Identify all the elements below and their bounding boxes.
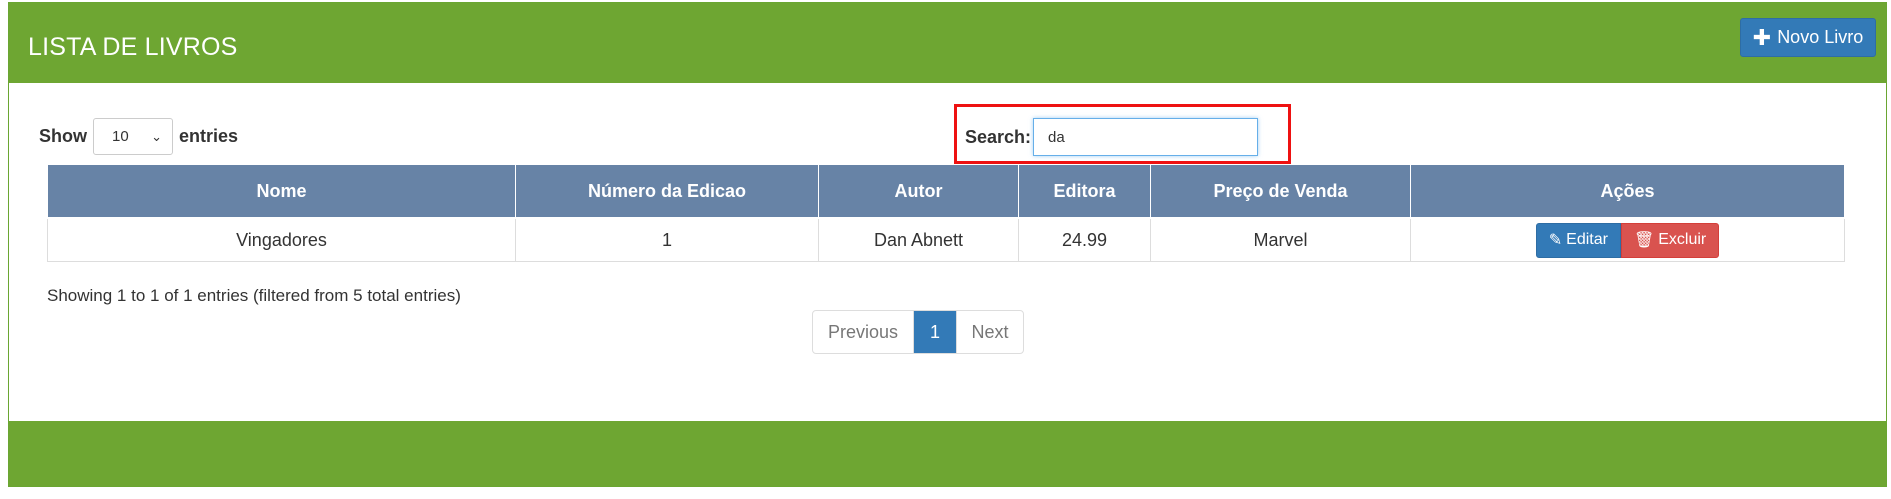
new-book-label: Novo Livro xyxy=(1777,27,1864,47)
column-header-editora[interactable]: Editora xyxy=(1018,164,1151,219)
next-page-button[interactable]: Next xyxy=(956,311,1023,353)
plus-icon: ✚ xyxy=(1752,24,1772,50)
pagination: Previous 1 Next xyxy=(812,310,1024,354)
cell-nome: Vingadores xyxy=(47,217,516,262)
column-header-preco[interactable]: Preço de Venda xyxy=(1150,164,1411,219)
entries-length-control: Show 10 ⌄ entries xyxy=(39,118,238,155)
cell-preco: Marvel xyxy=(1150,217,1411,262)
row-actions: ✎ Editar 🗑 Excluir xyxy=(1411,222,1844,258)
column-header-acoes: Ações xyxy=(1410,164,1845,219)
edit-label: Editar xyxy=(1566,231,1608,248)
edit-button[interactable]: ✎ Editar xyxy=(1535,222,1621,258)
new-book-button[interactable]: ✚ Novo Livro xyxy=(1740,18,1876,57)
cell-actions: ✎ Editar 🗑 Excluir xyxy=(1410,217,1845,262)
cell-autor: Dan Abnett xyxy=(818,217,1019,262)
table-info: Showing 1 to 1 of 1 entries (filtered fr… xyxy=(47,286,461,305)
delete-label: Excluir xyxy=(1658,231,1707,248)
column-header-edicao[interactable]: Número da Edicao xyxy=(515,164,819,219)
books-table: Nome Número da Edicao Autor Editora Preç… xyxy=(47,164,1845,262)
entries-length-value: 10 xyxy=(112,128,129,145)
panel-header: LISTA DE LIVROS ✚ Novo Livro xyxy=(9,3,1886,83)
cell-edicao: 1 xyxy=(515,217,819,262)
column-header-nome[interactable]: Nome xyxy=(47,164,516,219)
column-header-autor[interactable]: Autor xyxy=(818,164,1019,219)
chevron-down-icon: ⌄ xyxy=(151,128,162,144)
delete-button[interactable]: 🗑 Excluir xyxy=(1620,222,1720,258)
show-label: Show xyxy=(39,126,87,146)
previous-page-button[interactable]: Previous xyxy=(813,311,914,353)
search-label: Search: xyxy=(965,126,1032,147)
entries-length-select[interactable]: 10 ⌄ xyxy=(93,118,173,155)
trash-icon: 🗑 xyxy=(1633,232,1655,249)
pencil-icon: ✎ xyxy=(1548,232,1563,249)
search-control: Search: xyxy=(965,118,1259,156)
table-header-row: Nome Número da Edicao Autor Editora Preç… xyxy=(47,164,1845,219)
cell-editora: 24.99 xyxy=(1018,217,1151,262)
page-title: LISTA DE LIVROS xyxy=(28,33,238,61)
entries-label: entries xyxy=(179,126,239,146)
page-1-button[interactable]: 1 xyxy=(914,311,956,353)
table-row: Vingadores 1 Dan Abnett 24.99 Marvel ✎ E… xyxy=(47,217,1845,262)
search-input[interactable] xyxy=(1033,118,1259,156)
panel-footer xyxy=(9,421,1886,486)
